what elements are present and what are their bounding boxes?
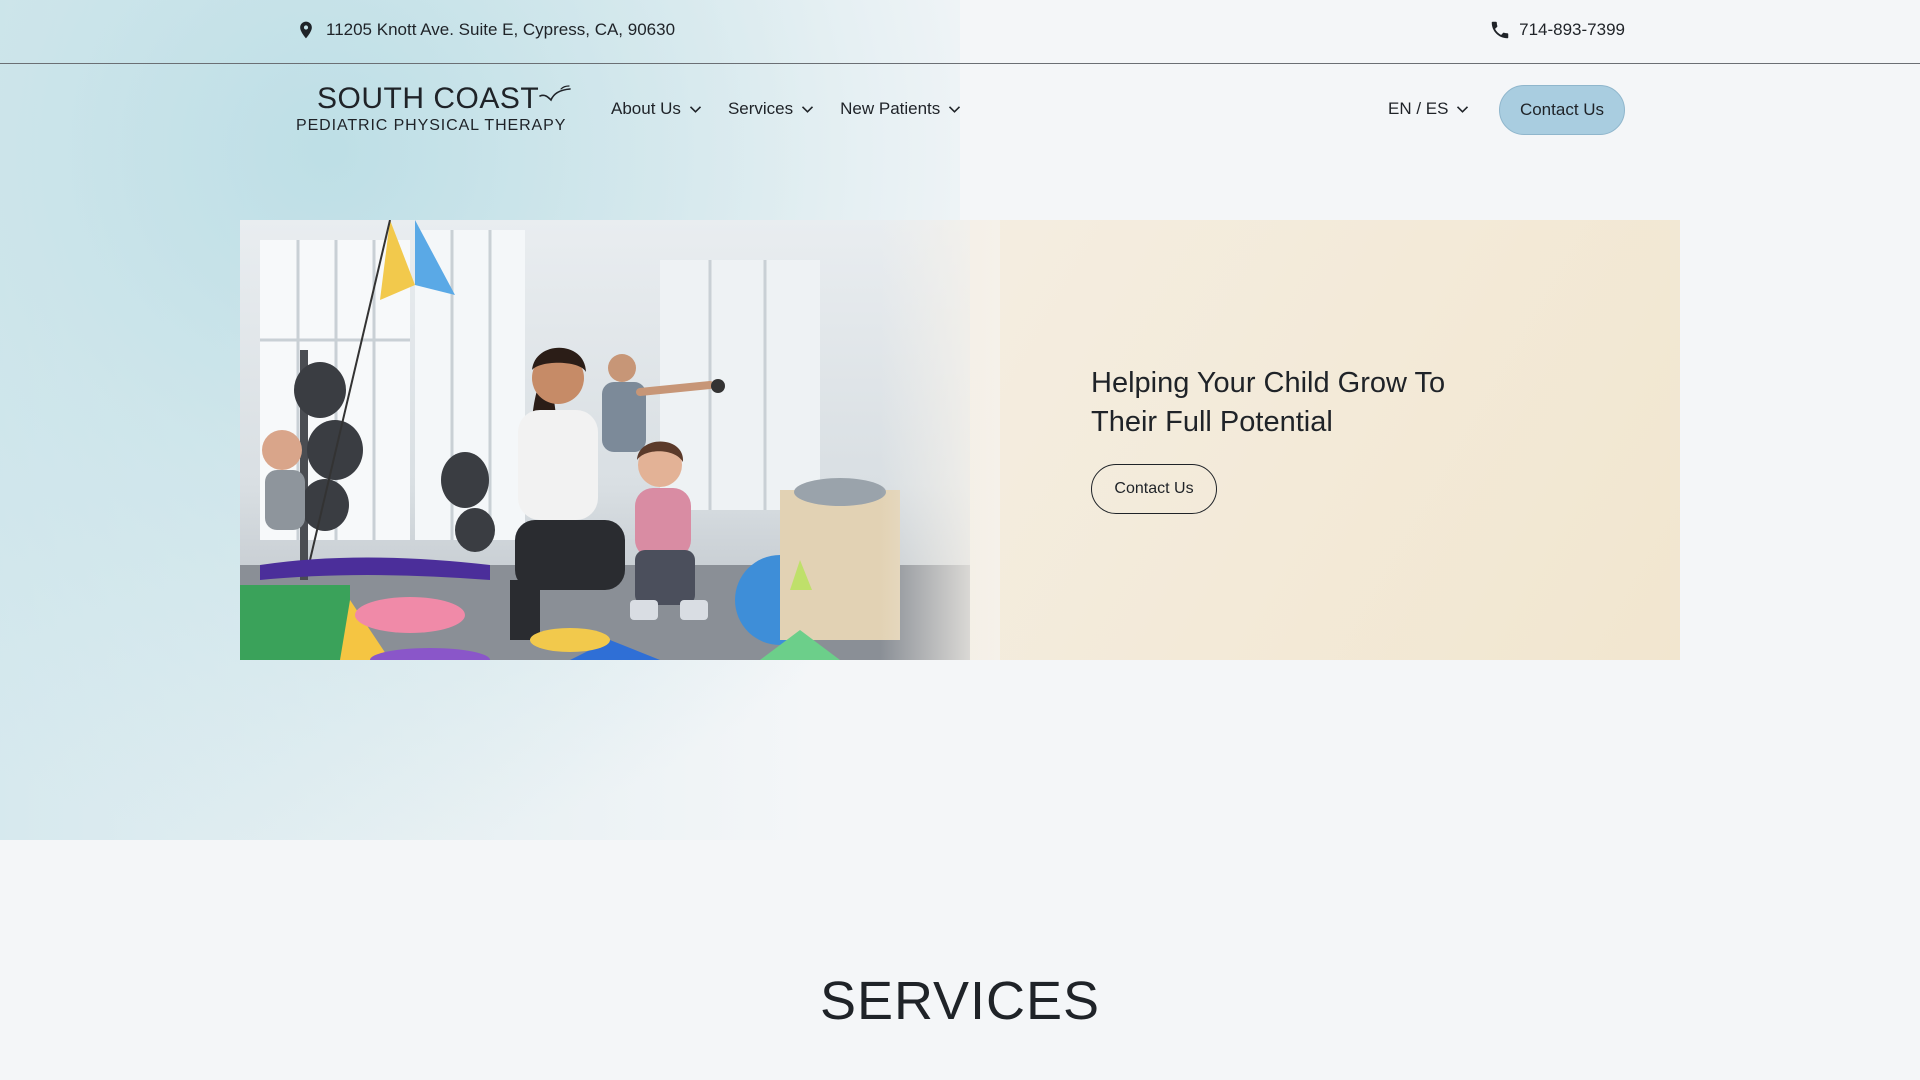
phone[interactable]: 714-893-7399 — [1489, 19, 1625, 41]
language-label: EN / ES — [1388, 99, 1449, 118]
hero-content: Helping Your Child Grow To Their Full Po… — [1091, 364, 1511, 514]
chevron-down-icon — [802, 105, 814, 113]
address[interactable]: 11205 Knott Ave. Suite E, Cypress, CA, 9… — [296, 19, 675, 41]
nav-item-label: About Us — [611, 99, 681, 118]
chevron-down-icon — [1457, 105, 1469, 113]
hero-title: Helping Your Child Grow To Their Full Po… — [1091, 367, 1446, 438]
main-nav: SOUTH COAST PEDIATRIC PHYSICAL THERAPY A… — [0, 64, 1920, 154]
address-text: 11205 Knott Ave. Suite E, Cypress, CA, 9… — [326, 20, 676, 39]
page: 11205 Knott Ave. Suite E, Cypress, CA, 9… — [0, 0, 1920, 1080]
hero-image-fade — [880, 220, 1000, 660]
hero-contact-button[interactable]: Contact Us — [1091, 464, 1217, 514]
logo[interactable]: SOUTH COAST PEDIATRIC PHYSICAL THERAPY — [296, 82, 576, 142]
nav-item-services[interactable]: Services — [728, 99, 814, 119]
nav-item-new-patients[interactable]: New Patients — [840, 99, 961, 119]
nav-item-about-us[interactable]: About Us — [611, 99, 702, 119]
bird-icon — [539, 85, 571, 102]
phone-icon — [1491, 21, 1509, 39]
nav-item-label: Services — [727, 99, 794, 118]
nav-menu: About Us Services New Patients — [611, 99, 961, 119]
phone-text: 714-893-7399 — [1519, 20, 1625, 39]
location-pin-icon — [300, 21, 312, 39]
therapy-gym-photo — [240, 220, 970, 660]
nav-item-label: New Patients — [840, 99, 941, 118]
top-bar: 11205 Knott Ave. Suite E, Cypress, CA, 9… — [0, 0, 1920, 64]
nav-contact-button[interactable]: Contact Us — [1499, 85, 1625, 135]
services-heading: SERVICES — [819, 971, 1101, 1031]
logo-line2: PEDIATRIC PHYSICAL THERAPY — [296, 117, 567, 134]
hero-banner: Helping Your Child Grow To Their Full Po… — [240, 220, 1680, 660]
logo-line1: SOUTH COAST — [317, 82, 540, 115]
language-selector[interactable]: EN / ES — [1388, 99, 1469, 119]
chevron-down-icon — [949, 105, 961, 113]
chevron-down-icon — [689, 105, 702, 113]
